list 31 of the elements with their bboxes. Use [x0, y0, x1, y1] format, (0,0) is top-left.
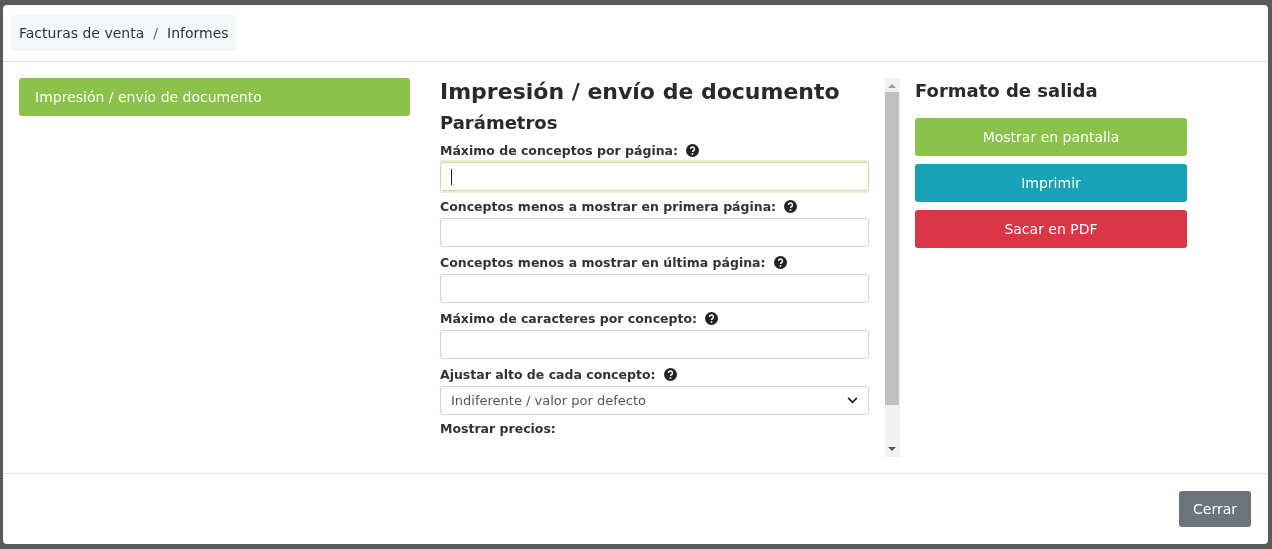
- scroll-down-icon[interactable]: [888, 447, 897, 451]
- field-label: Mostrar precios:: [440, 421, 557, 436]
- select-field[interactable]: Indiferente / valor por defecto: [440, 386, 869, 415]
- scroll-up-icon[interactable]: [888, 84, 897, 88]
- text-cursor: [451, 168, 452, 185]
- help-icon[interactable]: [705, 312, 719, 325]
- form-title: Impresión / envío de documento: [440, 78, 841, 106]
- output-button[interactable]: Imprimir: [915, 164, 1187, 202]
- breadcrumb-link[interactable]: Facturas de venta: [19, 25, 145, 41]
- close-button[interactable]: Cerrar: [1179, 491, 1251, 527]
- input-field[interactable]: [440, 218, 869, 247]
- field-label: Máximo de conceptos por página:: [440, 143, 679, 158]
- input-field[interactable]: [440, 274, 869, 303]
- help-icon[interactable]: [686, 144, 700, 157]
- output-button[interactable]: Sacar en PDF: [915, 210, 1187, 248]
- field-label: Conceptos menos a mostrar en primera página:: [440, 199, 777, 214]
- field-label: Conceptos menos a mostrar en última página:: [440, 255, 766, 270]
- scrollbar-thumb[interactable]: [885, 92, 900, 405]
- scrollbar[interactable]: [884, 78, 900, 457]
- input-field[interactable]: [440, 162, 869, 191]
- chevron-down-icon: [846, 397, 858, 404]
- section-heading: Parámetros: [440, 112, 559, 133]
- input-field[interactable]: [440, 330, 869, 359]
- breadcrumb-separator: /: [153, 25, 158, 41]
- field-label: Ajustar alto de cada concepto:: [440, 367, 656, 382]
- output-format-title: Formato de salida: [915, 79, 1099, 103]
- help-icon[interactable]: [663, 368, 677, 381]
- field-label: Máximo de caracteres por concepto:: [440, 311, 698, 326]
- help-icon[interactable]: [773, 256, 787, 269]
- help-icon[interactable]: [784, 200, 798, 213]
- breadcrumb-link[interactable]: Informes: [167, 25, 229, 41]
